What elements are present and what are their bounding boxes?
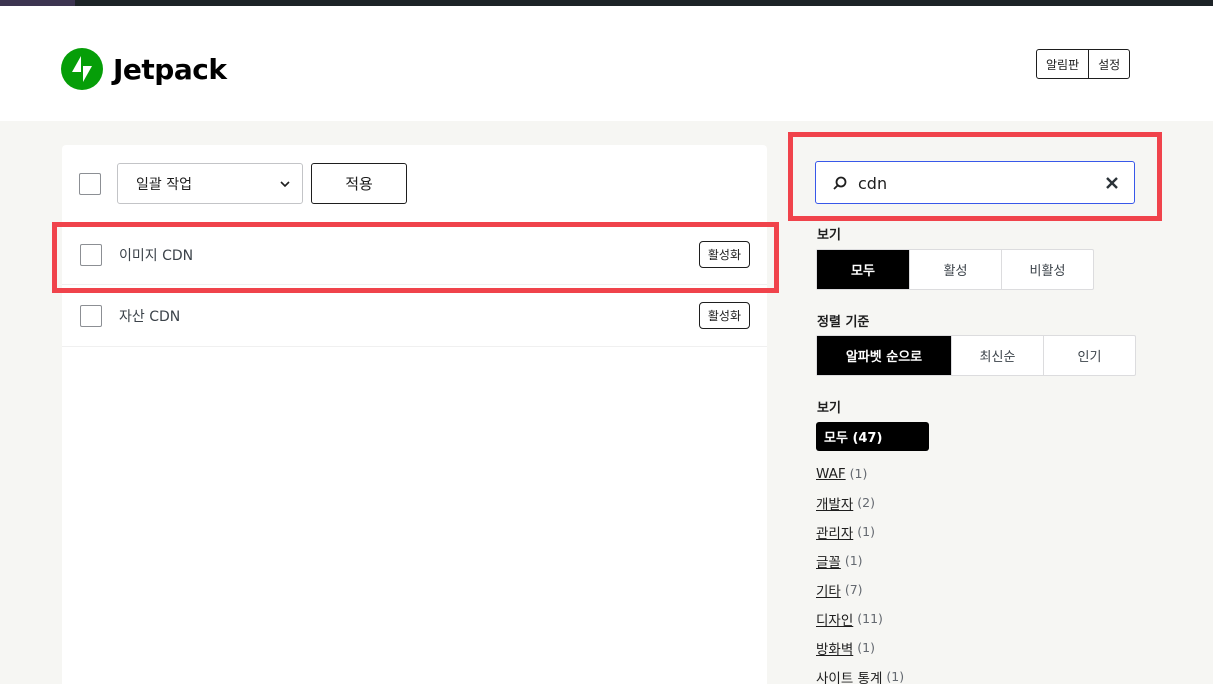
category-count: (2)	[857, 495, 875, 510]
search-input[interactable]	[858, 170, 1088, 196]
sort-popular[interactable]: 인기	[1043, 336, 1135, 375]
search-box	[815, 161, 1135, 204]
category-link[interactable]: 사이트 통계	[816, 667, 882, 684]
header-button-group: 알림판 설정	[1036, 49, 1131, 79]
dashboard-button[interactable]: 알림판	[1037, 50, 1088, 78]
category-count: (7)	[844, 582, 863, 597]
category-item: WAF (1)	[816, 459, 904, 488]
category-title: 보기	[817, 401, 841, 416]
category-item: 디자인 (11)	[816, 604, 904, 633]
module-checkbox[interactable]	[80, 305, 102, 327]
view-filter-group: 모두 활성 비활성	[816, 249, 1094, 290]
view-filter-title: 보기	[817, 228, 841, 243]
category-count: (1)	[857, 640, 875, 655]
category-count: (1)	[857, 524, 875, 539]
view-filter-all[interactable]: 모두	[817, 250, 909, 289]
activate-button[interactable]: 활성화	[698, 241, 750, 268]
module-row: 자산 CDN 활성화	[62, 285, 767, 347]
category-item: 기타 (7)	[816, 575, 904, 604]
module-name: 이미지 CDN	[119, 248, 194, 264]
apply-button[interactable]: 적용	[311, 163, 407, 204]
category-link[interactable]: 기타	[816, 580, 841, 600]
sort-group: 알파벳 순으로 최신순 인기	[816, 335, 1136, 376]
module-row: 이미지 CDN 활성화	[62, 223, 767, 285]
select-all-checkbox[interactable]	[79, 173, 101, 195]
page-header: Jetpack 알림판 설정	[0, 6, 1213, 121]
settings-button[interactable]: 설정	[1088, 50, 1129, 78]
category-link[interactable]: 관리자	[816, 522, 853, 542]
clear-search-icon[interactable]	[1105, 175, 1119, 194]
view-filter-inactive[interactable]: 비활성	[1001, 250, 1093, 289]
category-all[interactable]: 모두 (47)	[816, 422, 929, 451]
category-link[interactable]: 글꼴	[816, 551, 841, 571]
category-link[interactable]: WAF	[816, 466, 846, 482]
view-filter-active[interactable]: 활성	[909, 250, 1001, 289]
bulk-action-select[interactable]: 일괄 작업	[117, 163, 303, 204]
category-count: (1)	[844, 553, 863, 568]
category-count: (11)	[857, 611, 883, 626]
category-link[interactable]: 개발자	[816, 493, 853, 513]
category-count: (1)	[849, 466, 868, 481]
chevron-down-icon	[278, 177, 292, 195]
category-list: WAF (1) 개발자 (2) 관리자 (1) 글꼴 (1) 기타 (7) 디자인 (11)…	[816, 459, 904, 684]
sort-alphabetical[interactable]: 알파벳 순으로	[817, 336, 951, 375]
category-item: 방화벽 (1)	[816, 633, 904, 662]
jetpack-logo[interactable]: Jetpack	[61, 48, 227, 90]
module-name: 자산 CDN	[119, 309, 181, 325]
category-item: 개발자 (2)	[816, 488, 904, 517]
category-item: 사이트 통계 (1)	[816, 662, 904, 684]
sort-newest[interactable]: 최신순	[951, 336, 1043, 375]
bulk-action-label: 일괄 작업	[136, 176, 192, 193]
category-count: (1)	[886, 669, 905, 684]
category-link[interactable]: 디자인	[816, 609, 853, 629]
category-item: 관리자 (1)	[816, 517, 904, 546]
category-link[interactable]: 방화벽	[816, 638, 853, 658]
module-checkbox[interactable]	[80, 244, 102, 266]
jetpack-bolt-icon	[61, 48, 103, 90]
modules-panel: 일괄 작업 적용 이미지 CDN 활성화 자산 CDN 활성화	[62, 145, 767, 684]
activate-button[interactable]: 활성화	[698, 302, 750, 329]
search-icon	[832, 175, 848, 195]
sort-title: 정렬 기준	[817, 315, 870, 330]
category-item: 글꼴 (1)	[816, 546, 904, 575]
brand-name: Jetpack	[113, 52, 227, 86]
